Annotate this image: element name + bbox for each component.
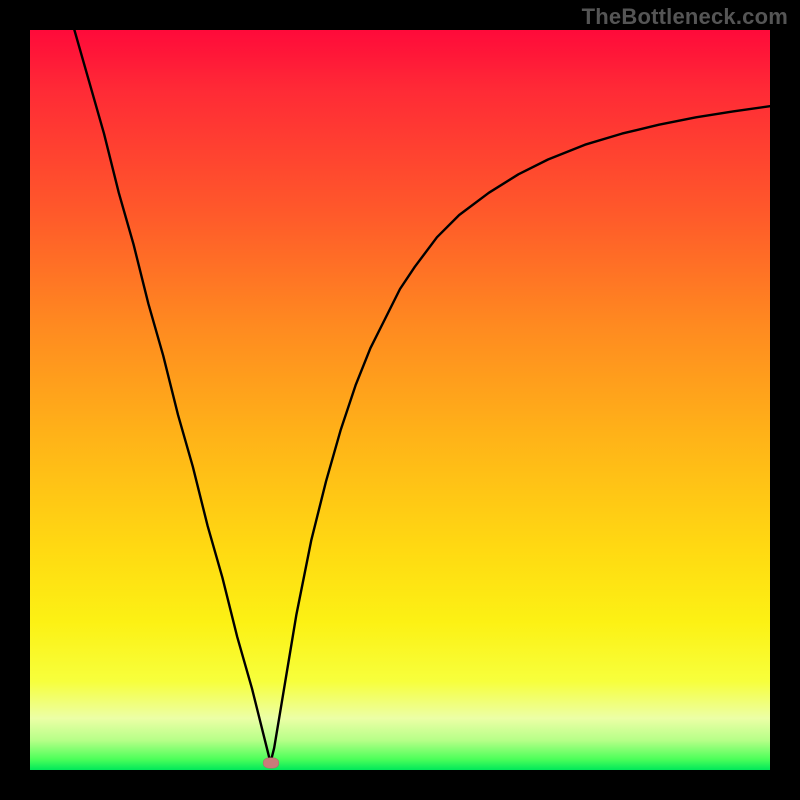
optimum-marker [263, 757, 279, 768]
watermark-text: TheBottleneck.com [582, 4, 788, 30]
chart-frame: TheBottleneck.com [0, 0, 800, 800]
curve-path [74, 30, 770, 763]
chart-plot-area [30, 30, 770, 770]
bottleneck-curve [30, 30, 770, 770]
